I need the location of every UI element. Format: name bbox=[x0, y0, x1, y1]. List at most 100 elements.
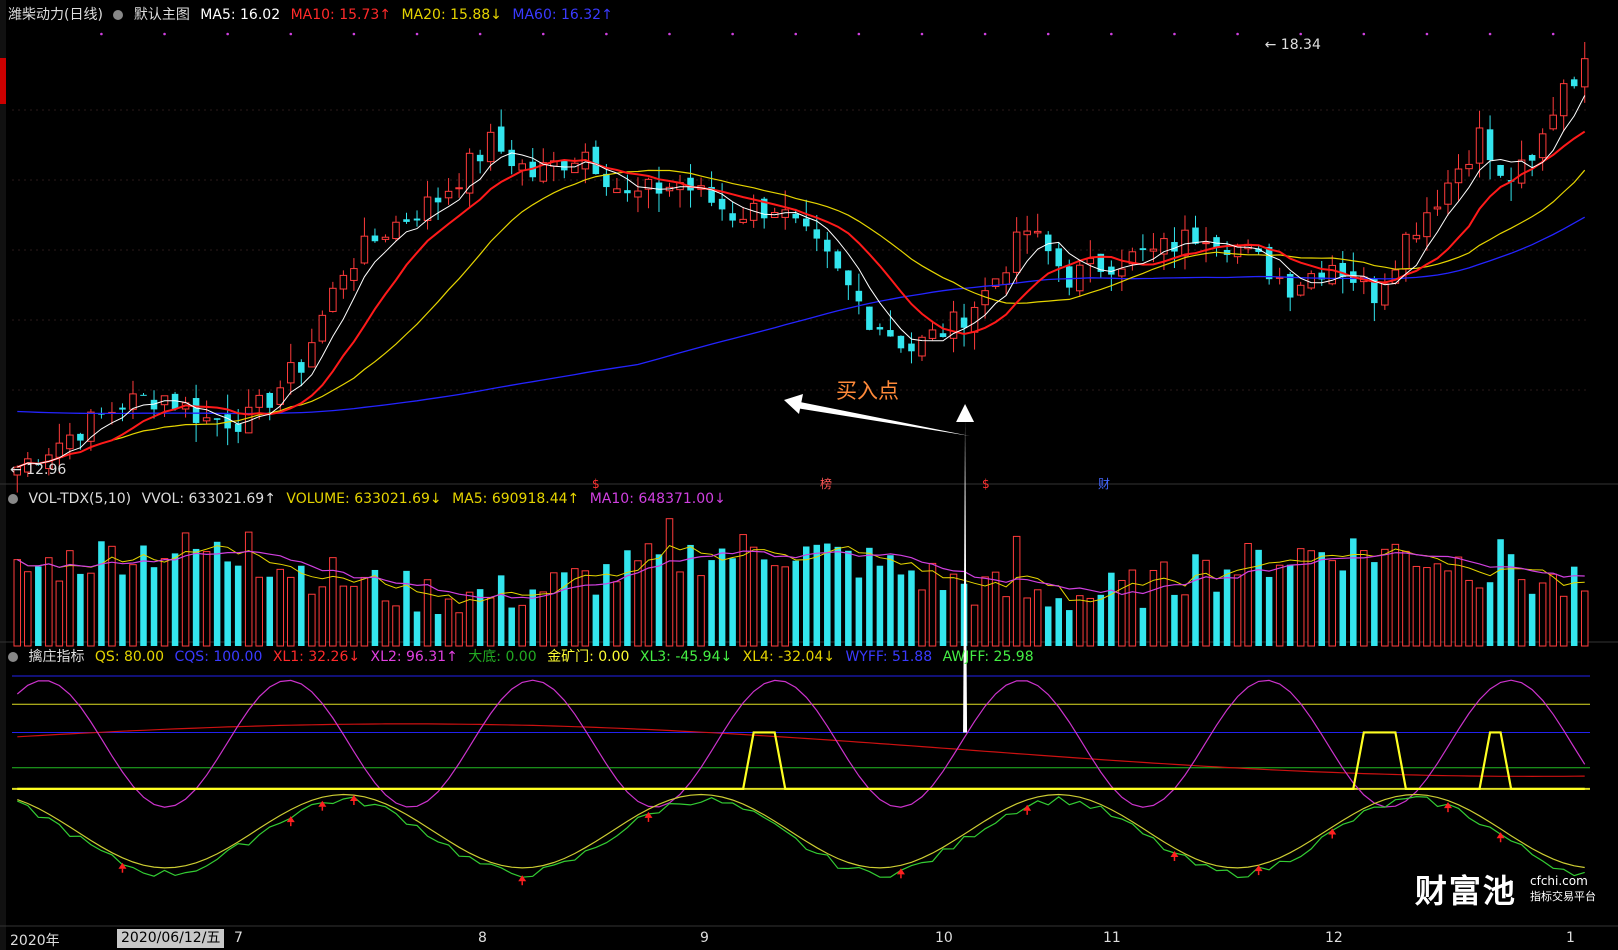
volume-bar bbox=[1181, 594, 1189, 647]
candle-body bbox=[1570, 79, 1578, 87]
volume-bar bbox=[1339, 570, 1347, 646]
indicator-name[interactable]: 擒庄指标 bbox=[28, 649, 84, 665]
volume-bar bbox=[455, 612, 463, 647]
volume-panel bbox=[13, 518, 1589, 647]
month-label: 8 bbox=[478, 930, 487, 946]
volume-bar bbox=[1360, 550, 1368, 647]
volume-bar bbox=[928, 562, 937, 647]
candle-body bbox=[813, 229, 821, 239]
volume-bar bbox=[1549, 573, 1557, 647]
volume-bar bbox=[1076, 595, 1084, 647]
volume-bar bbox=[1391, 543, 1400, 647]
month-label: 7 bbox=[234, 930, 243, 946]
volume-bar bbox=[1023, 597, 1031, 647]
event-marker: $ bbox=[982, 477, 990, 491]
xl1-line bbox=[17, 723, 1585, 778]
volume-bar bbox=[613, 581, 621, 647]
candle-body bbox=[287, 362, 295, 384]
wyff-label: WYFF: 51.88 bbox=[845, 649, 933, 665]
month-label: 1 bbox=[1566, 930, 1575, 946]
volume-bar bbox=[866, 547, 873, 646]
candle-body bbox=[1444, 182, 1452, 205]
main-legend: 潍柴动力(日线) 默认主图 MA5: 16.02 MA10: 15.73↑ MA… bbox=[8, 6, 619, 24]
candle-body bbox=[1149, 248, 1158, 252]
candle-body bbox=[234, 423, 242, 432]
volume-bar bbox=[1475, 587, 1484, 647]
volume-bar bbox=[497, 575, 505, 646]
event-dot bbox=[1551, 32, 1555, 36]
candle-body bbox=[434, 197, 442, 203]
volume-bar bbox=[1559, 595, 1568, 647]
main-chart-label[interactable]: 默认主图 bbox=[134, 7, 190, 23]
candle-body bbox=[381, 236, 390, 240]
chart-menu-icon[interactable] bbox=[113, 10, 124, 20]
month-label: 11 bbox=[1103, 930, 1121, 946]
candle-body bbox=[718, 198, 726, 210]
indicator-menu-icon[interactable] bbox=[8, 652, 18, 662]
event-dot bbox=[920, 32, 924, 36]
cursor-date: 2020/06/12/五 bbox=[117, 929, 225, 948]
volume-name[interactable]: VOL-TDX(5,10) bbox=[28, 491, 131, 507]
buy-arrowhead-icon bbox=[956, 404, 975, 422]
candle-body bbox=[1559, 83, 1568, 117]
event-dot bbox=[541, 32, 545, 36]
candle-body bbox=[1538, 133, 1547, 159]
candle-body bbox=[423, 196, 432, 221]
volume-bar bbox=[802, 546, 810, 646]
candle-body bbox=[897, 335, 905, 349]
volume-bar bbox=[1108, 572, 1115, 646]
volume-bar bbox=[1454, 556, 1463, 647]
volume-bar bbox=[339, 585, 348, 647]
buy-arrowhead-icon bbox=[784, 394, 803, 414]
xl2-label: XL2: 96.31↑ bbox=[370, 649, 458, 665]
volume-bar bbox=[298, 565, 305, 646]
candle-body bbox=[792, 213, 800, 219]
volume-bar bbox=[561, 572, 568, 646]
candle-body bbox=[634, 190, 642, 198]
volume-menu-icon[interactable] bbox=[8, 494, 18, 504]
month-label: 10 bbox=[935, 930, 953, 946]
awjff-label: AWJFF: 25.98 bbox=[942, 649, 1034, 665]
xl1-label: XL1: 32.26↓ bbox=[272, 649, 361, 665]
volume-bar bbox=[1223, 569, 1231, 646]
candle-body bbox=[350, 268, 358, 281]
volume-bar bbox=[676, 571, 684, 647]
candle-body bbox=[970, 306, 979, 333]
volume-bar bbox=[1371, 562, 1378, 646]
volume-bar bbox=[939, 590, 947, 646]
candle-body bbox=[876, 327, 884, 330]
volume-bar bbox=[845, 550, 852, 646]
candle-body bbox=[1055, 248, 1063, 267]
volume-bar bbox=[1055, 598, 1063, 646]
candle-body bbox=[308, 342, 316, 368]
volume-bar bbox=[224, 561, 231, 646]
volume-bar bbox=[434, 614, 442, 646]
volume-bar bbox=[1570, 566, 1578, 646]
candle-body bbox=[486, 131, 495, 163]
event-dot bbox=[1362, 32, 1366, 36]
event-dot bbox=[289, 32, 293, 36]
volume-bar bbox=[486, 597, 495, 647]
candle-body bbox=[1454, 168, 1463, 184]
volume-bar bbox=[718, 548, 726, 646]
candle-body bbox=[1475, 127, 1484, 164]
volume-bar bbox=[539, 591, 548, 647]
volume-bar bbox=[855, 577, 863, 646]
volume-bar bbox=[35, 566, 42, 646]
candle-body bbox=[687, 177, 694, 191]
volume-bar bbox=[760, 559, 768, 646]
volume-bar bbox=[1528, 593, 1536, 646]
candle-body bbox=[392, 221, 400, 240]
low-price-label: ← 12.96 bbox=[10, 462, 66, 478]
volume-bar bbox=[266, 576, 274, 646]
candle-body bbox=[318, 314, 327, 342]
candle-body bbox=[403, 219, 410, 222]
candle-body bbox=[960, 317, 968, 328]
candle-body bbox=[939, 333, 947, 338]
volume-bar bbox=[98, 541, 105, 646]
event-dot bbox=[1488, 32, 1492, 36]
candle-body bbox=[1402, 233, 1410, 270]
candle-body bbox=[739, 218, 747, 223]
candle-body bbox=[592, 146, 600, 175]
volume-bar bbox=[781, 566, 789, 647]
